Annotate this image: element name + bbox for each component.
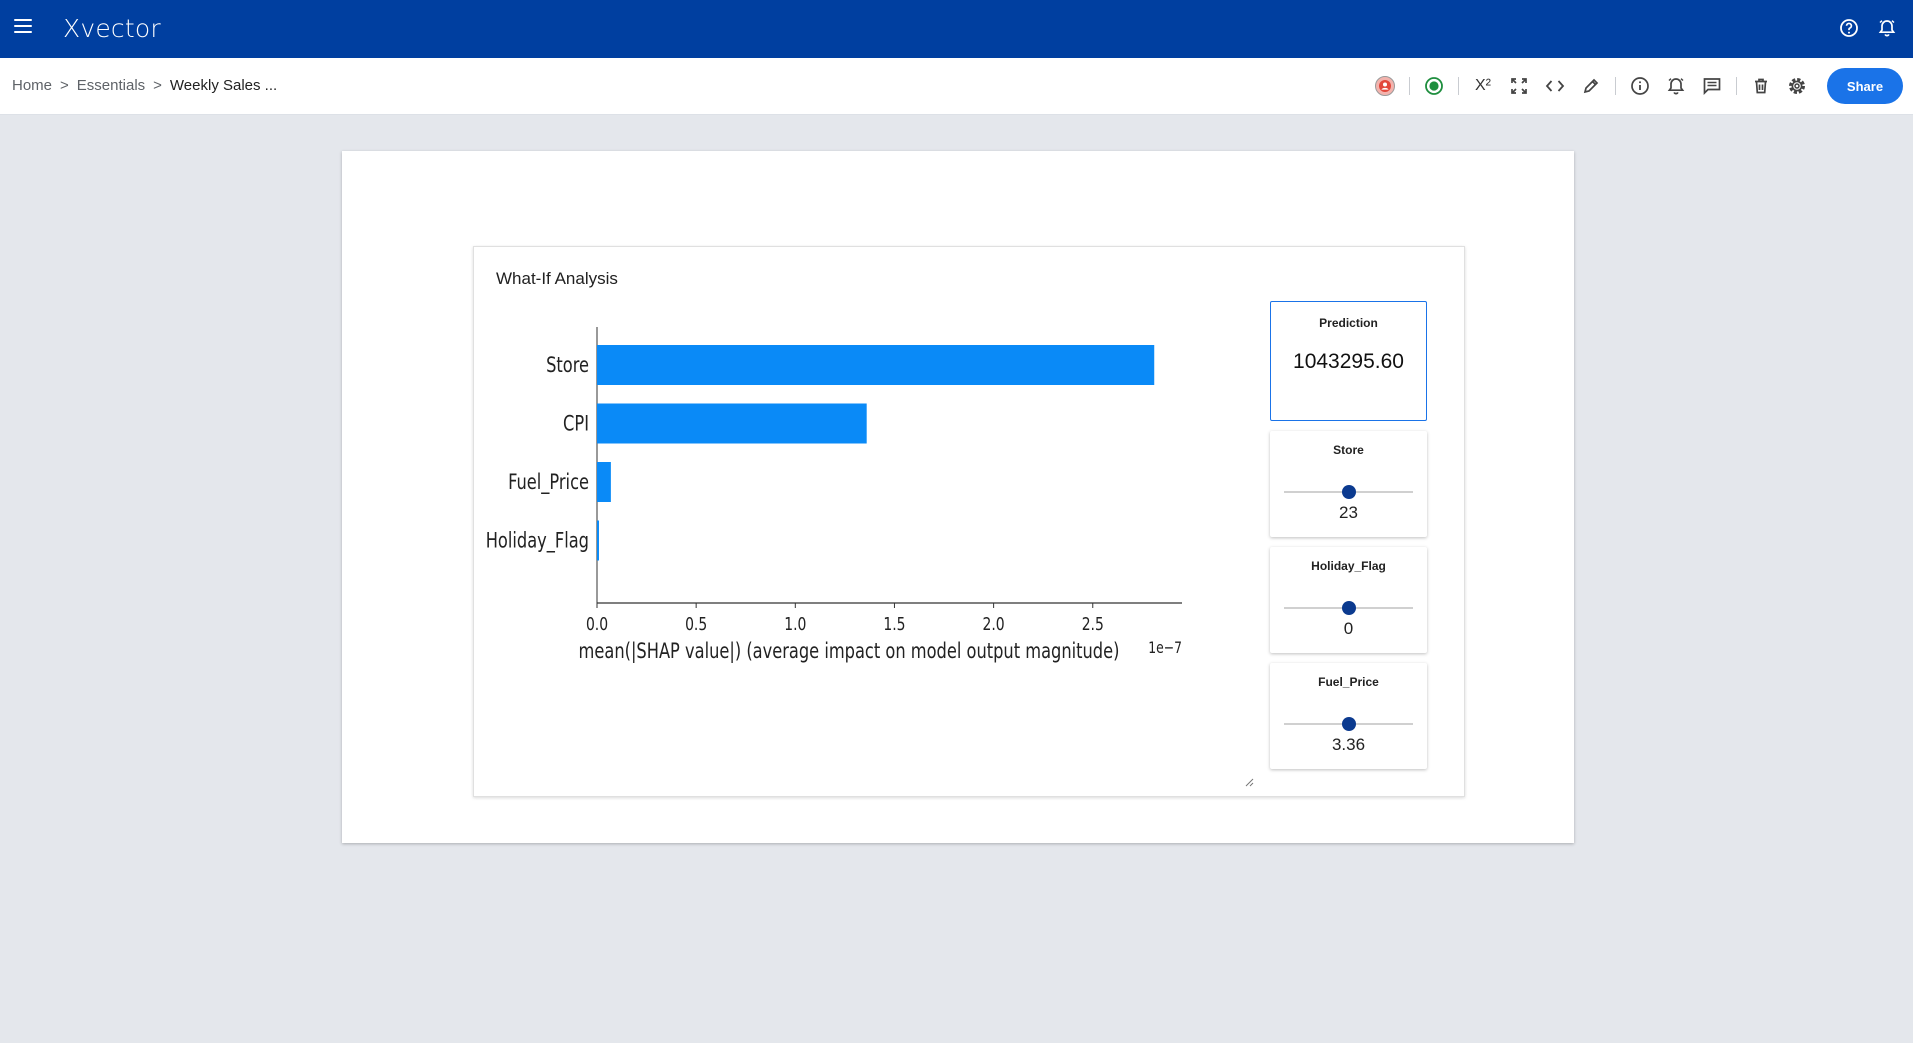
y-tick-label: CPI — [563, 411, 589, 436]
store-slider[interactable] — [1284, 485, 1413, 499]
x-tick-label: 1.5 — [883, 613, 905, 634]
app-logo[interactable]: Xvector — [63, 14, 161, 43]
breadcrumb-separator: > — [153, 77, 162, 94]
breadcrumb-home[interactable]: Home — [12, 77, 52, 94]
slider-card-holiday-flag: Holiday_Flag 0 — [1270, 547, 1427, 653]
x-tick-label: 0.5 — [685, 613, 707, 634]
toolbar-divider — [1736, 77, 1737, 95]
superscript-label: X² — [1475, 77, 1491, 94]
prediction-label: Prediction — [1319, 316, 1378, 330]
breadcrumb: Home > Essentials > Weekly Sales ... — [12, 77, 277, 94]
slider-thumb[interactable] — [1341, 485, 1356, 499]
shap-bar-chart: Store CPI Fuel_Price Holiday_Flag 0.0 0.5 1.0 1… — [486, 327, 1182, 664]
menu-icon[interactable] — [14, 19, 32, 33]
info-icon[interactable] — [1622, 68, 1658, 104]
bar-store — [597, 345, 1155, 385]
slider-card-fuel-price: Fuel_Price 3.36 — [1270, 663, 1427, 769]
fullscreen-icon[interactable] — [1501, 68, 1537, 104]
toolbar-divider — [1615, 77, 1616, 95]
delete-icon[interactable] — [1743, 68, 1779, 104]
breadcrumb-essentials[interactable]: Essentials — [77, 77, 145, 94]
prediction-box: Prediction 1043295.60 — [1270, 301, 1427, 421]
toolbar-bar: Home > Essentials > Weekly Sales ... X² — [0, 58, 1913, 115]
settings-gear-icon[interactable] — [1779, 68, 1815, 104]
slider-value: 3.36 — [1331, 735, 1366, 754]
notifications-icon[interactable] — [1875, 16, 1899, 40]
slider-label: Fuel_Price — [1318, 675, 1379, 689]
toolbar-divider — [1458, 77, 1459, 95]
bar-holiday-flag — [597, 520, 599, 561]
code-icon[interactable] — [1537, 68, 1573, 104]
slider-label: Store — [1333, 443, 1364, 457]
y-tick-label: Holiday_Flag — [486, 528, 589, 553]
breadcrumb-current: Weekly Sales ... — [169, 77, 278, 94]
y-tick-label: Fuel_Price — [508, 470, 589, 495]
what-if-analysis-card: What-If Analysis Store CPI Fuel_Price Holid… — [473, 246, 1465, 797]
status-record-icon[interactable] — [1416, 68, 1452, 104]
comment-icon[interactable] — [1694, 68, 1730, 104]
x-axis-label: mean(|SHAP value|) (average impact on mo… — [579, 639, 1120, 664]
slider-thumb[interactable] — [1341, 601, 1356, 615]
resize-handle-icon[interactable] — [1244, 774, 1254, 787]
y-tick-label: Store — [546, 353, 589, 378]
edit-icon[interactable] — [1573, 68, 1609, 104]
breadcrumb-separator: > — [60, 77, 69, 94]
x-tick-label: 1.0 — [784, 613, 806, 634]
prediction-value: 1043295.60 — [1293, 350, 1404, 373]
holiday-flag-slider[interactable] — [1284, 601, 1413, 615]
top-bar: Xvector — [0, 0, 1913, 58]
toolbar-divider — [1409, 77, 1410, 95]
slider-thumb[interactable] — [1341, 717, 1356, 731]
user-avatar-icon[interactable] — [1367, 68, 1403, 104]
slider-label: Holiday_Flag — [1311, 559, 1386, 573]
toolbar: X² Share — [1367, 68, 1903, 104]
x-axis-offset-label: 1e−7 — [1148, 638, 1182, 657]
help-icon[interactable] — [1837, 16, 1861, 40]
alert-bell-icon[interactable] — [1658, 68, 1694, 104]
card-title: What-If Analysis — [496, 269, 618, 288]
slider-value: 0 — [1343, 619, 1354, 638]
dashboard-canvas: What-If Analysis Store CPI Fuel_Price Holid… — [342, 151, 1574, 843]
slider-value: 23 — [1339, 503, 1358, 522]
superscript-icon[interactable]: X² — [1465, 68, 1501, 104]
slider-card-store: Store 23 — [1270, 431, 1427, 537]
x-tick-label: 0.0 — [586, 613, 608, 634]
bar-cpi — [597, 403, 867, 444]
x-tick-label: 2.0 — [983, 613, 1005, 634]
x-tick-label: 2.5 — [1082, 613, 1104, 634]
share-button[interactable]: Share — [1827, 68, 1903, 104]
fuel-price-slider[interactable] — [1284, 717, 1413, 731]
bar-fuel-price — [597, 462, 611, 502]
